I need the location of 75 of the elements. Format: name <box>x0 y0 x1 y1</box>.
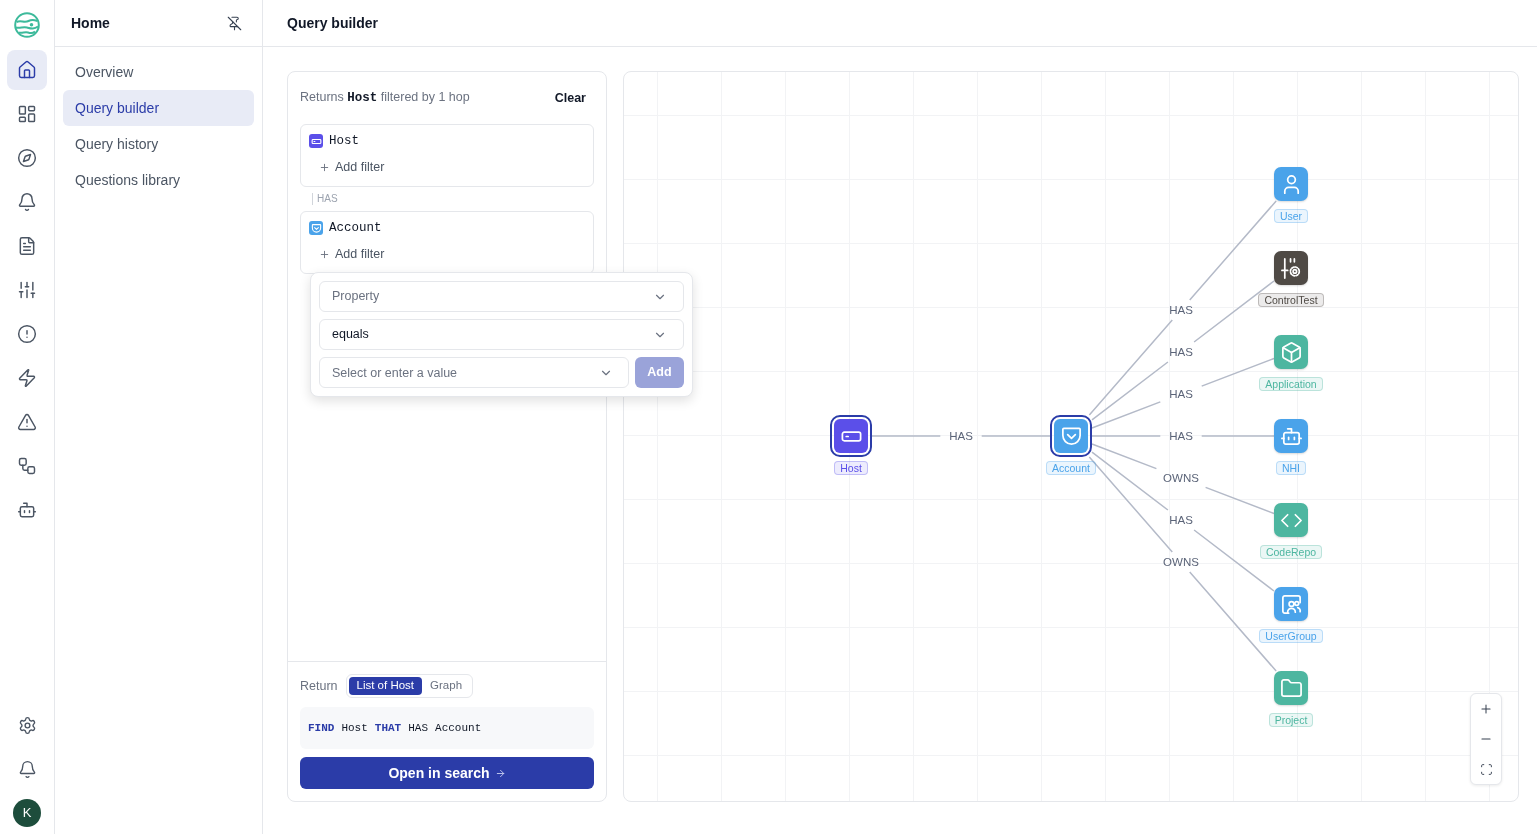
graph-node[interactable] <box>1274 251 1308 285</box>
pin-off-icon <box>227 15 242 31</box>
node-label: CodeRepo <box>1259 545 1323 559</box>
edge-label: HAS <box>1169 387 1193 401</box>
plus-icon <box>319 248 330 260</box>
bell-icon <box>17 759 37 779</box>
bell-icon <box>17 192 37 212</box>
graph-node[interactable] <box>830 415 872 457</box>
graph-node[interactable] <box>1050 415 1092 457</box>
fullscreen-icon <box>1479 762 1493 776</box>
alert-circle-icon <box>17 324 37 344</box>
operator-select[interactable]: equals <box>319 319 684 350</box>
edge-label: HAS <box>1169 345 1193 359</box>
plus-icon <box>319 161 330 173</box>
sidebar-item[interactable]: Questions library <box>63 162 254 198</box>
cube-icon <box>1279 340 1303 364</box>
relation-label: HAS <box>312 193 338 205</box>
document-icon <box>17 236 37 256</box>
graph-node[interactable] <box>1274 503 1308 537</box>
graph-node[interactable] <box>1274 335 1308 369</box>
edge-label: HAS <box>1169 513 1193 527</box>
nav-button[interactable] <box>7 50 47 90</box>
warning-icon <box>17 412 37 432</box>
return-label: Return <box>300 677 338 695</box>
avatar[interactable]: K <box>13 799 41 827</box>
query-code: FIND Host THAT HAS Account <box>300 707 594 749</box>
graph-node[interactable] <box>1274 587 1308 621</box>
open-in-search-button[interactable]: Open in search <box>300 757 594 789</box>
sliders-gear-icon <box>1279 256 1303 280</box>
node-label: Host <box>834 461 868 475</box>
edge-label: HAS <box>1169 429 1193 443</box>
compass-icon <box>17 148 37 168</box>
arrow-right-icon <box>494 767 506 779</box>
return-option[interactable]: Graph <box>422 677 471 695</box>
home-icon <box>17 60 37 80</box>
sidebar-item[interactable]: Overview <box>63 54 254 90</box>
robot-icon <box>17 500 37 520</box>
return-option[interactable]: List of Host <box>348 677 423 695</box>
graph-node[interactable] <box>1274 167 1308 201</box>
node-label: Account <box>1046 461 1096 475</box>
sidebar-item[interactable]: Query builder <box>63 90 254 126</box>
folder-icon <box>1279 676 1303 700</box>
node-label: NHI <box>1275 461 1307 475</box>
graph-node[interactable] <box>1274 671 1308 705</box>
edge-label: HAS <box>949 429 973 443</box>
plus-icon <box>1479 702 1493 716</box>
property-select[interactable]: Property <box>319 281 684 312</box>
sidebar-item[interactable]: Query history <box>63 126 254 162</box>
unpin-button[interactable] <box>227 15 242 31</box>
pocket-icon <box>1059 424 1083 448</box>
value-combobox[interactable]: Select or enter a value <box>319 357 629 388</box>
edge-label: OWNS <box>1163 471 1199 485</box>
node-label: User <box>1273 209 1309 223</box>
lightning-icon <box>17 368 37 388</box>
dashboard-icon <box>17 104 37 124</box>
add-filter-button[interactable]: Add filter <box>319 153 385 181</box>
edge-label: OWNS <box>1163 555 1199 569</box>
node-label: ControlTest <box>1258 293 1324 307</box>
edge-label: HAS <box>1169 303 1193 317</box>
node-label: Application <box>1259 377 1323 391</box>
entity-name: Account <box>329 219 382 237</box>
node-label: Project <box>1268 713 1314 727</box>
page-title: Query builder <box>287 13 379 33</box>
node-label: UserGroup <box>1259 629 1323 643</box>
add-filter-button[interactable]: Add filter <box>319 240 385 268</box>
logo-icon <box>14 12 40 38</box>
user-group-icon <box>1279 592 1303 616</box>
clear-button[interactable]: Clear <box>554 88 594 108</box>
settings-icon <box>17 715 37 735</box>
graph-node[interactable] <box>1274 419 1308 453</box>
sliders-icon <box>17 280 37 300</box>
sidebar-title: Home <box>71 13 110 33</box>
query-summary: Returns Host filtered by 1 hop <box>300 89 470 108</box>
workflow-icon <box>17 456 37 476</box>
entity-name: Host <box>329 132 359 150</box>
